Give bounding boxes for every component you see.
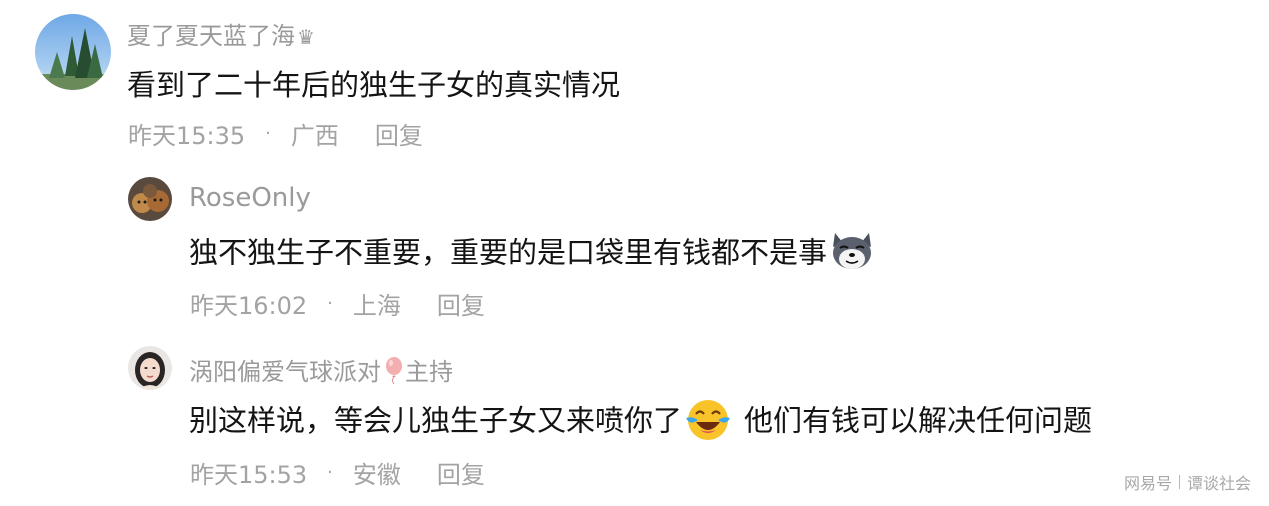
husky-dog-emoji (829, 229, 875, 280)
comment-time: 昨天15:35 (128, 122, 246, 150)
woman-portrait-avatar-icon (128, 346, 172, 390)
meta-separator: · (327, 293, 333, 314)
comment-meta: 昨天15:35 · 广西 回复 (128, 116, 423, 151)
username[interactable]: 涡阳偏爱气球派对 主持 (189, 352, 453, 390)
comment-location: 安徽 (352, 461, 401, 489)
watermark-brand: 网易号 (1123, 474, 1172, 493)
comment-text-content: 独不独生子不重要，重要的是口袋里有钱都不是事 (189, 235, 828, 270)
comment-text-part1: 别这样说，等会儿独生子女又来喷你了 (189, 403, 683, 438)
reply-button[interactable]: 回复 (375, 116, 423, 151)
balloon-icon (383, 356, 405, 390)
watermark-divider (1178, 475, 1180, 489)
comment-text: 别这样说，等会儿独生子女又来喷你了 他们有钱可以解决任何问题 (189, 396, 1092, 449)
comment-time: 昨天16:02 (190, 292, 308, 320)
comment-text: 独不独生子不重要，重要的是口袋里有钱都不是事 (189, 229, 875, 280)
dogs-photo-avatar-icon (128, 177, 172, 221)
meta-separator: · (327, 462, 333, 483)
host-badge: 主持 (405, 358, 453, 386)
comment-location: 上海 (352, 292, 401, 320)
watermark: 网易号 谭谈社会 (1124, 470, 1251, 494)
user-avatar[interactable] (128, 346, 172, 390)
username[interactable]: RoseOnly (189, 183, 311, 213)
comment-location: 广西 (290, 122, 339, 150)
comment-meta: 昨天16:02 · 上海 回复 (190, 286, 485, 321)
comment-text: 看到了二十年后的独生子女的真实情况 (127, 68, 621, 102)
comment-text-part2: 他们有钱可以解决任何问题 (744, 403, 1093, 438)
comment-meta: 昨天15:53 · 安徽 回复 (190, 455, 485, 490)
comment-time: 昨天15:53 (190, 461, 308, 489)
tree-landscape-avatar-icon (35, 14, 111, 90)
reply-button[interactable]: 回复 (437, 286, 485, 321)
meta-separator: · (265, 123, 271, 144)
user-avatar[interactable] (128, 177, 172, 221)
laughing-crying-emoji (684, 396, 732, 449)
username-text: 涡阳偏爱气球派对 (189, 358, 381, 386)
username[interactable]: 夏了夏天蓝了海 ♛ (127, 16, 315, 51)
watermark-channel: 谭谈社会 (1186, 474, 1251, 493)
user-avatar[interactable] (35, 14, 111, 90)
crown-badge-icon: ♛ (297, 25, 315, 49)
reply-button[interactable]: 回复 (437, 455, 485, 490)
